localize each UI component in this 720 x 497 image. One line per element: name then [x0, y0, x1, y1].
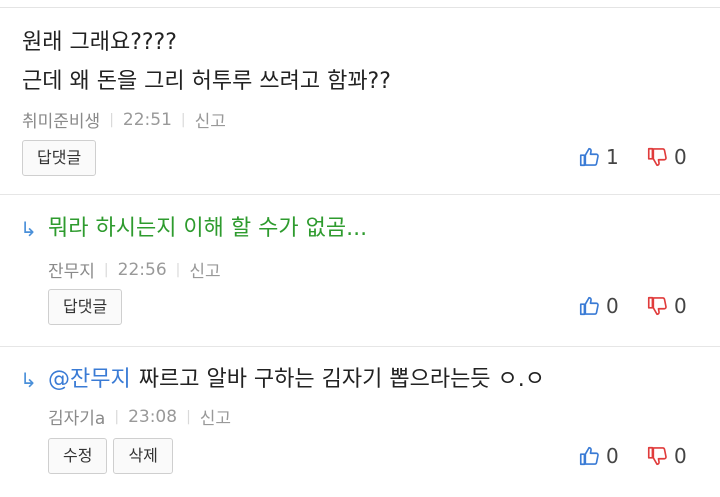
- thumbs-down-icon: [646, 295, 668, 317]
- report-link[interactable]: 신고: [200, 404, 231, 429]
- upvote-count: 1: [606, 145, 619, 169]
- author-name[interactable]: 취미준비생: [22, 107, 100, 132]
- vote-group: 0 0: [578, 444, 688, 468]
- downvote-count: 0: [674, 444, 687, 468]
- reply-arrow-icon: ↳: [20, 217, 37, 241]
- upvote-count: 0: [606, 294, 619, 318]
- reply-button[interactable]: 답댓글: [22, 140, 97, 176]
- downvote-button[interactable]: 0: [646, 444, 688, 468]
- comment-text-line: 원래 그래요????: [22, 30, 177, 55]
- meta-divider: |: [175, 261, 181, 278]
- reply-button[interactable]: 답댓글: [48, 289, 123, 325]
- comment-meta: 잔무지 | 22:56 | 신고: [48, 257, 221, 283]
- meta-divider: |: [180, 111, 186, 128]
- thumbs-up-icon: [578, 146, 600, 168]
- downvote-count: 0: [674, 294, 687, 318]
- comment-divider: [0, 346, 720, 347]
- downvote-count: 0: [674, 145, 687, 169]
- vote-group: 1 0: [578, 145, 688, 169]
- comment-time: 23:08: [128, 406, 178, 427]
- edit-button[interactable]: 수정: [48, 438, 108, 474]
- thumbs-up-icon: [578, 445, 600, 467]
- top-divider: [0, 7, 720, 8]
- comment-text: 짜르고 알바 구하는 김자기 뽑으라는듯 ㅇ.ㅇ: [138, 367, 546, 392]
- comment-divider: [0, 194, 720, 195]
- downvote-button[interactable]: 0: [646, 294, 688, 318]
- comment-time: 22:56: [117, 259, 167, 280]
- upvote-button[interactable]: 1: [578, 145, 620, 169]
- downvote-button[interactable]: 0: [646, 145, 688, 169]
- thumbs-up-icon: [578, 295, 600, 317]
- meta-divider: |: [114, 408, 120, 425]
- report-link[interactable]: 신고: [189, 257, 220, 282]
- reply-arrow-icon: ↳: [20, 368, 37, 392]
- author-name[interactable]: 김자기a: [48, 404, 105, 429]
- reply-comment-item: ↳ 뭐라 하시는지 이해 할 수가 없곰... 잔무지 | 22:56 | 신고…: [0, 213, 720, 343]
- delete-button[interactable]: 삭제: [113, 438, 173, 474]
- upvote-button[interactable]: 0: [578, 444, 620, 468]
- reply-comment-item: ↳ @잔무지 짜르고 알바 구하는 김자기 뽑으라는듯 ㅇ.ㅇ 김자기a | 2…: [0, 364, 720, 494]
- comment-meta: 김자기a | 23:08 | 신고: [48, 404, 231, 430]
- comment-time: 22:51: [122, 109, 172, 130]
- comment-meta: 취미준비생 | 22:51 | 신고: [22, 107, 226, 133]
- author-name[interactable]: 잔무지: [48, 257, 95, 282]
- comment-text: 뭐라 하시는지 이해 할 수가 없곰...: [48, 216, 368, 241]
- thumbs-down-icon: [646, 445, 668, 467]
- meta-divider: |: [103, 261, 109, 278]
- thumbs-down-icon: [646, 146, 668, 168]
- upvote-button[interactable]: 0: [578, 294, 620, 318]
- meta-divider: |: [109, 111, 114, 128]
- vote-group: 0 0: [578, 294, 688, 318]
- mention-link[interactable]: @잔무지: [48, 365, 131, 395]
- comment-item: 원래 그래요???? 근데 왜 돈을 그리 허투루 쓰려고 함꽈?? 취미준비생…: [0, 23, 720, 193]
- report-link[interactable]: 신고: [195, 107, 226, 132]
- upvote-count: 0: [606, 444, 619, 468]
- meta-divider: |: [186, 408, 191, 425]
- comment-text-line: 근데 왜 돈을 그리 허투루 쓰려고 함꽈??: [22, 69, 391, 94]
